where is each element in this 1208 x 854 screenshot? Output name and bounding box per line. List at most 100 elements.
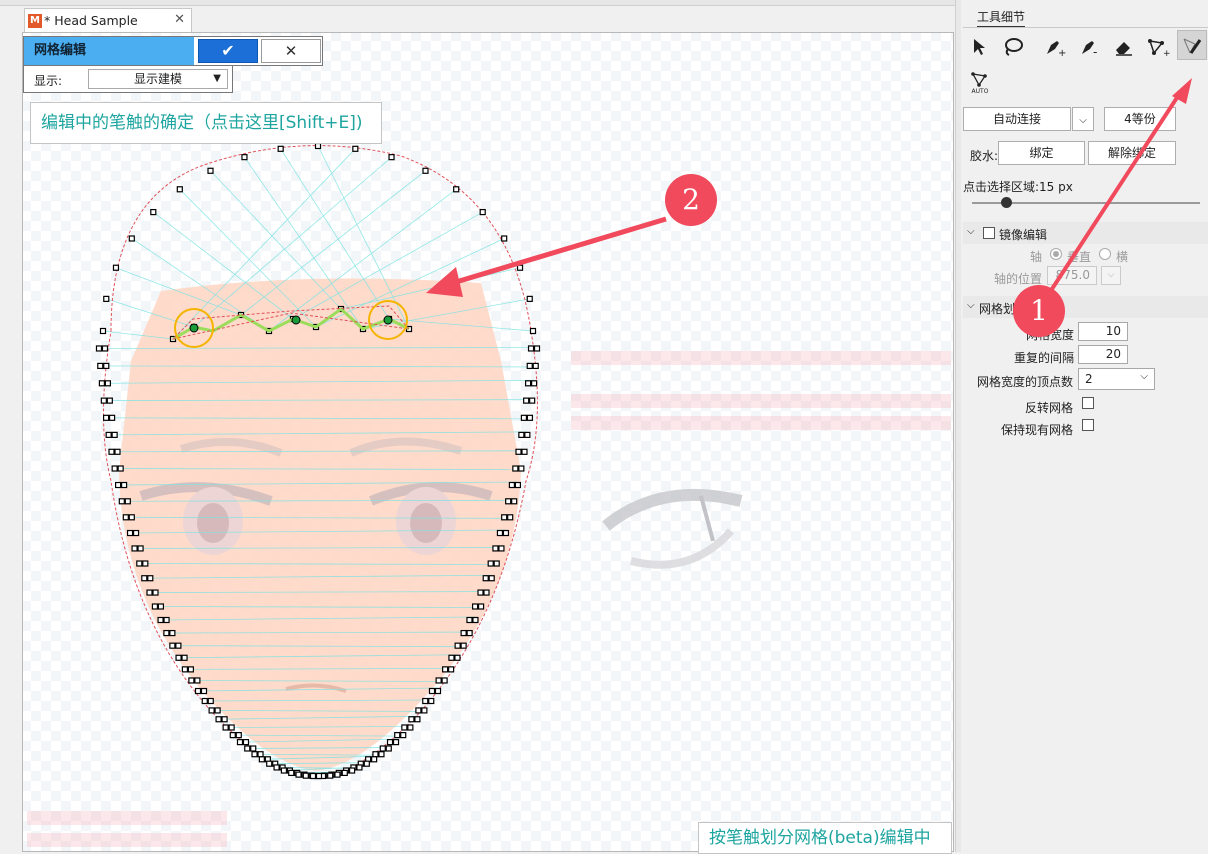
mesh-vertex[interactable] (302, 772, 309, 779)
mesh-vertex[interactable] (501, 514, 508, 521)
mesh-vertex[interactable] (394, 732, 401, 739)
mesh-vertex[interactable] (511, 498, 518, 505)
mesh-vertex[interactable] (181, 666, 188, 673)
mesh-vertex[interactable] (482, 575, 489, 582)
mesh-vertex[interactable] (137, 545, 144, 552)
mesh-vertex[interactable] (100, 397, 107, 404)
mesh-vertex[interactable] (435, 677, 442, 684)
stroke-point-left[interactable] (189, 323, 199, 333)
mesh-vertex[interactable] (280, 767, 288, 774)
tab-close-icon[interactable]: ✕ (174, 12, 185, 27)
mesh-vertex[interactable] (222, 724, 229, 731)
mesh-vertex[interactable] (146, 589, 153, 596)
mesh-vertex[interactable] (407, 724, 414, 731)
mesh-vertex[interactable] (152, 589, 159, 596)
mesh-vertex[interactable] (258, 756, 265, 763)
mesh-vertex[interactable] (496, 529, 504, 537)
mesh-vertex[interactable] (518, 431, 525, 438)
mesh-vertex[interactable] (221, 716, 228, 723)
cancel-button[interactable]: ✕ (261, 39, 321, 63)
mesh-vertex[interactable] (108, 414, 116, 421)
mesh-vertex[interactable] (124, 498, 131, 505)
mesh-vertex[interactable] (188, 677, 195, 684)
mesh-vertex[interactable] (175, 642, 182, 649)
keep-mesh-checkbox[interactable] (1082, 419, 1094, 431)
mesh-vertex[interactable] (241, 154, 248, 161)
mesh-vertex[interactable] (214, 707, 221, 714)
mesh-vertex[interactable] (400, 732, 407, 739)
mesh-vertex[interactable] (288, 769, 295, 777)
mesh-vertex[interactable] (401, 724, 408, 731)
stroke-point-middle[interactable] (291, 315, 301, 325)
eraser-icon[interactable] (1109, 32, 1139, 62)
mesh-vertex[interactable] (442, 666, 449, 673)
mesh-vertex[interactable] (244, 745, 251, 752)
mesh-vertex[interactable] (131, 545, 138, 552)
mesh-vertex[interactable] (421, 707, 428, 714)
mesh-vertex[interactable] (128, 235, 135, 242)
mesh-vertex[interactable] (507, 514, 514, 521)
mesh-vertex[interactable] (525, 380, 532, 387)
mesh-vertex[interactable] (194, 687, 202, 695)
mesh-vertex[interactable] (471, 603, 479, 610)
mesh-vertex[interactable] (512, 465, 519, 472)
lasso-icon[interactable] (998, 32, 1028, 62)
mesh-vertex[interactable] (236, 739, 244, 746)
mesh-vertex[interactable] (101, 345, 109, 352)
mesh-vertex[interactable] (508, 481, 516, 489)
mesh-vertex[interactable] (477, 603, 485, 610)
mesh-vertex[interactable] (454, 654, 461, 661)
mesh-vertex[interactable] (215, 716, 222, 723)
mesh-vertex[interactable] (327, 772, 334, 779)
mesh-vertex[interactable] (448, 666, 455, 673)
mesh-vertex[interactable] (532, 362, 539, 370)
mesh-vertex[interactable] (428, 687, 436, 695)
mesh-vertex[interactable] (523, 397, 530, 404)
mesh-vertex[interactable] (207, 697, 214, 705)
mesh-vertex[interactable] (235, 732, 242, 739)
mesh-vertex[interactable] (348, 767, 356, 774)
mesh-vertex[interactable] (521, 448, 528, 455)
mesh-vertex[interactable] (207, 167, 214, 174)
mesh-vertex[interactable] (520, 414, 528, 421)
mesh-vertex[interactable] (441, 677, 448, 684)
mesh-vertex[interactable] (526, 362, 533, 370)
mesh-vertex[interactable] (518, 465, 525, 472)
mesh-vertex[interactable] (111, 431, 118, 438)
mesh-vertex[interactable] (379, 745, 386, 752)
mesh-vertex[interactable] (479, 208, 486, 216)
mesh-vertex[interactable] (114, 448, 121, 455)
mesh-vertex[interactable] (250, 745, 257, 752)
mesh-vertex[interactable] (392, 739, 400, 746)
mesh-vertex[interactable] (97, 362, 104, 370)
tab-tool-details[interactable]: 工具细节 (977, 8, 1026, 28)
mesh-vertex[interactable] (314, 142, 322, 150)
mesh-vertex[interactable] (132, 529, 140, 537)
mesh-vertex[interactable] (472, 616, 479, 624)
mesh-vertex[interactable] (488, 575, 495, 582)
mesh-vertex[interactable] (526, 414, 534, 421)
mesh-vertex[interactable] (103, 295, 110, 302)
mesh-vertex[interactable] (163, 616, 170, 624)
mesh-vertex[interactable] (95, 345, 103, 352)
mesh-vertex[interactable] (266, 760, 273, 767)
mesh-vertex[interactable] (200, 687, 208, 695)
mesh-vertex[interactable] (356, 764, 363, 771)
vertex-count-select[interactable]: 2 ⌵ (1078, 368, 1155, 390)
add-vertex-icon[interactable]: + (1143, 32, 1173, 62)
confirm-button[interactable]: ✔ (198, 39, 258, 63)
mesh-vertex[interactable] (108, 448, 115, 455)
mesh-vertex[interactable] (228, 724, 235, 731)
stroke-mesh-icon[interactable] (1177, 30, 1207, 60)
select-arrow-icon[interactable] (965, 32, 995, 62)
mesh-vertex[interactable] (151, 603, 159, 610)
mesh-vertex[interactable] (388, 154, 395, 161)
mesh-vertex[interactable] (169, 642, 176, 649)
pen-add-icon[interactable]: + (1040, 32, 1070, 62)
mesh-vertex[interactable] (111, 465, 118, 472)
mesh-vertex[interactable] (505, 498, 512, 505)
mesh-vertex[interactable] (493, 560, 500, 567)
mesh-vertex[interactable] (415, 707, 422, 714)
mesh-vertex[interactable] (105, 431, 112, 438)
mesh-vertex[interactable] (126, 529, 134, 537)
